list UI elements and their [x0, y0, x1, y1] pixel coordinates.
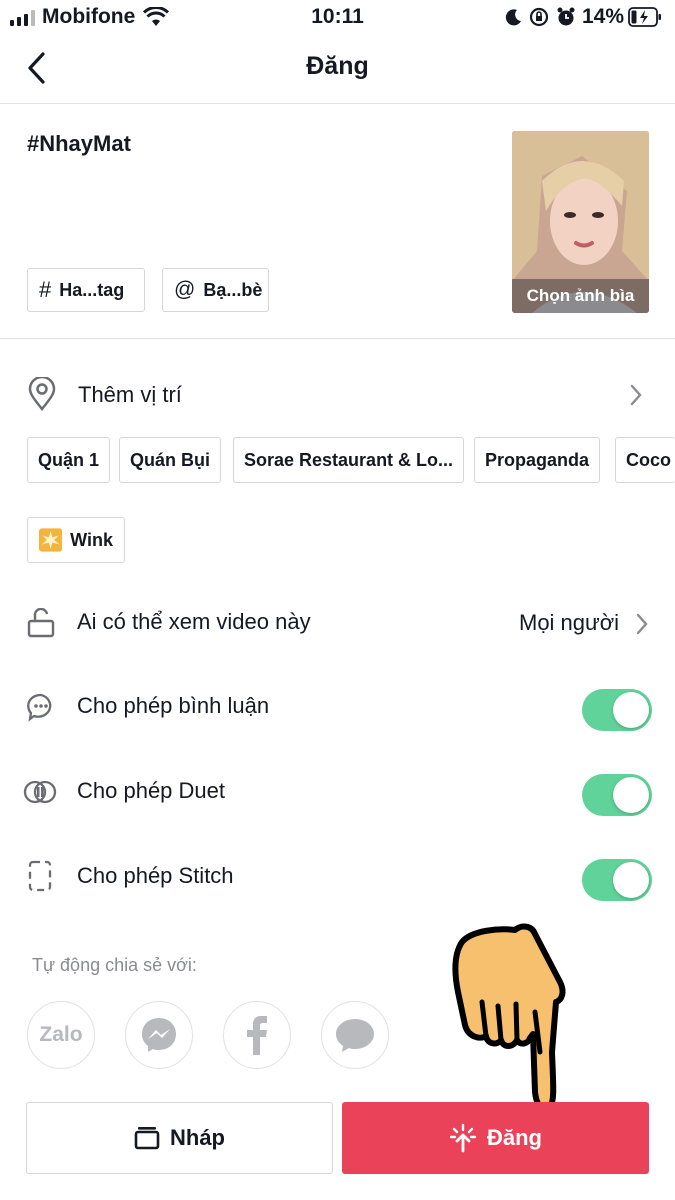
zalo-share-button[interactable]: Zalo: [27, 1001, 95, 1069]
stitch-toggle[interactable]: [582, 859, 652, 901]
caption-text[interactable]: #NhayMat: [27, 131, 131, 157]
comment-icon: [27, 693, 52, 722]
location-chip[interactable]: Propaganda: [474, 437, 601, 483]
alarm-icon: [557, 7, 575, 26]
post-button-label: Đăng: [487, 1125, 542, 1150]
location-chip[interactable]: Quận 1: [27, 437, 111, 483]
rotation-lock-icon: [529, 7, 549, 27]
location-pin-icon: [28, 377, 56, 411]
stitch-icon: [28, 860, 52, 892]
add-location-label: Thêm vị trí: [78, 382, 182, 407]
effect-chip[interactable]: Wink: [27, 517, 125, 563]
cover-label: Chọn ảnh bìa: [512, 279, 649, 313]
add-location-row[interactable]: Thêm vị trí: [0, 365, 675, 425]
draft-button-label: Nháp: [170, 1125, 225, 1150]
chevron-right-icon: [636, 613, 648, 635]
comments-label: Cho phép bình luận: [77, 693, 270, 718]
upload-sparkle-icon: [449, 1123, 477, 1153]
header-divider: [0, 103, 675, 104]
facebook-share-button[interactable]: [223, 1001, 291, 1069]
messenger-icon: [142, 1018, 176, 1052]
zalo-icon: Zalo: [39, 1023, 83, 1046]
unlock-icon: [27, 608, 55, 638]
cover-thumbnail[interactable]: Chọn ảnh bìa: [512, 131, 649, 313]
battery-percent: 14%: [582, 5, 625, 28]
moon-icon: [505, 9, 521, 26]
privacy-value: Mọi người: [519, 610, 620, 635]
hashtag-button-label: Ha...tag: [59, 279, 125, 300]
location-chip[interactable]: Quán Bụi: [119, 437, 221, 483]
chevron-right-icon: [630, 384, 642, 406]
effect-chip-label: Wink: [70, 529, 113, 550]
comments-toggle[interactable]: [582, 689, 652, 731]
auto-share-label: Tự động chia sẻ với:: [32, 955, 197, 975]
post-button[interactable]: Đăng: [342, 1102, 649, 1174]
messenger-share-button[interactable]: [125, 1001, 193, 1069]
facebook-icon: [247, 1016, 267, 1055]
duet-label: Cho phép Duet: [77, 778, 225, 803]
draft-icon: [134, 1127, 160, 1150]
mention-button[interactable]: @ Bạ...bè: [162, 268, 269, 312]
status-bar: Mobifone 10:11 14%: [0, 0, 675, 36]
battery-charging-icon: [628, 7, 661, 27]
pointing-hand-icon: [452, 923, 566, 1112]
mention-button-label: Bạ...bè: [203, 279, 263, 300]
sparkle-icon: [39, 528, 63, 552]
caption-divider: [0, 338, 675, 339]
duet-icon: [23, 780, 57, 804]
message-icon: [336, 1019, 374, 1052]
message-share-button[interactable]: [321, 1001, 389, 1069]
hashtag-button[interactable]: # Ha...tag: [27, 268, 145, 312]
page-title: Đăng: [306, 52, 369, 80]
hash-icon: #: [39, 277, 52, 302]
privacy-row[interactable]: Ai có thể xem video này Mọi người: [0, 592, 675, 652]
location-chip[interactable]: Sorae Restaurant & Lo...: [233, 437, 465, 483]
duet-toggle[interactable]: [582, 774, 652, 816]
draft-button[interactable]: Nháp: [26, 1102, 333, 1174]
location-chip[interactable]: Coco: [615, 437, 675, 483]
at-icon: @: [174, 278, 196, 301]
stitch-label: Cho phép Stitch: [77, 863, 234, 888]
privacy-label: Ai có thể xem video này: [77, 609, 311, 634]
